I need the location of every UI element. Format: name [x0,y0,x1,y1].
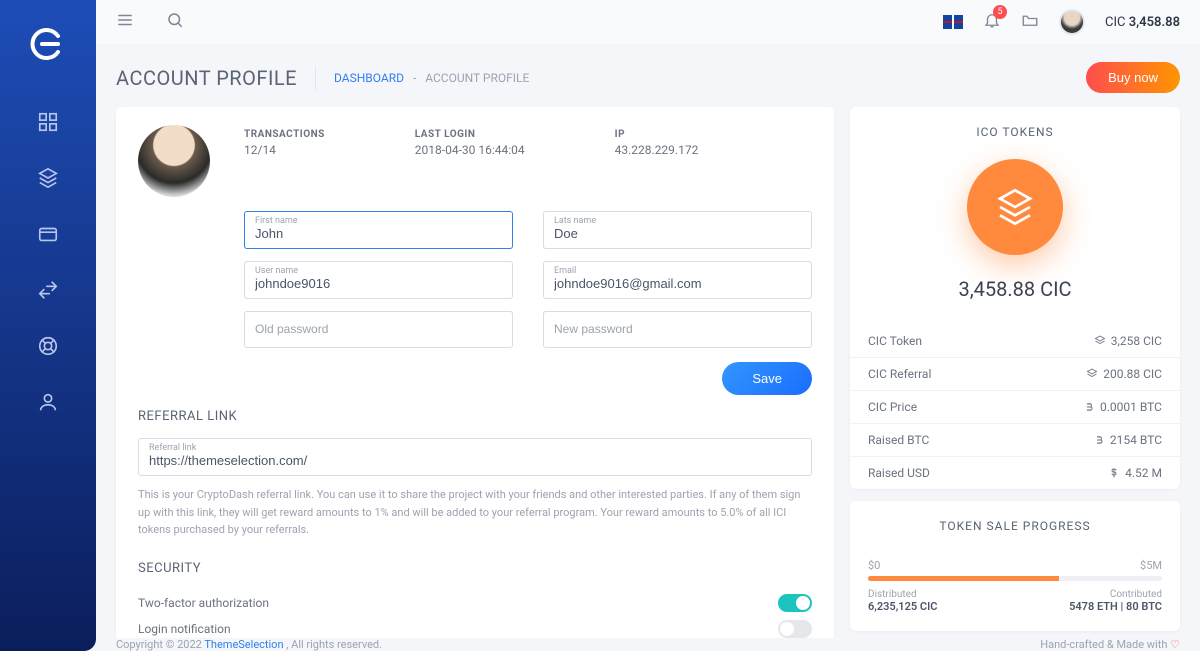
ico-row-label: CIC Price [868,400,917,414]
ico-row-label: CIC Token [868,334,922,348]
save-button[interactable]: Save [722,362,812,395]
progress-title: TOKEN SALE PROGRESS [868,519,1162,533]
two-factor-label: Two-factor authorization [138,596,269,610]
notifications-button[interactable]: 5 [983,11,1001,33]
notification-badge: 5 [993,5,1007,19]
contributed-label: Contributed [1069,589,1162,600]
ico-row: Raised USD 4.52 M [850,456,1180,489]
last-name-field[interactable]: Lats name [543,211,812,249]
footer: Copyright © 2022 ThemeSelection , All ri… [96,638,1200,651]
referral-link-input[interactable] [149,453,801,468]
ico-row-value: 200.88 CIC [1086,367,1162,381]
last-login-label: LAST LOGIN [415,129,525,140]
email-field[interactable]: Email [543,261,812,299]
sidebar-item-support[interactable] [24,322,72,370]
sidebar-item-profile[interactable] [24,378,72,426]
ico-row-value: 0.0001 BTC [1083,400,1162,414]
user-avatar[interactable] [1059,9,1085,35]
new-password-input[interactable] [554,322,801,336]
search-icon[interactable] [166,11,184,33]
email-input[interactable] [554,276,801,291]
sidebar-item-tokens[interactable] [24,154,72,202]
footer-brand-link[interactable]: ThemeSelection [204,638,283,651]
ico-row-value: 2154 BTC [1093,433,1162,447]
old-password-field[interactable] [244,311,513,348]
sidebar [0,0,96,651]
first-name-field[interactable]: First name [244,211,513,249]
page-title: ACCOUNT PROFILE [116,66,316,90]
ico-row: CIC Referral 200.88 CIC [850,357,1180,390]
referral-link-field[interactable]: Referral link [138,438,812,476]
profile-card: TRANSACTIONS 12/14 LAST LOGIN 2018-04-30… [116,107,834,651]
ico-row-label: Raised BTC [868,433,929,447]
two-factor-toggle[interactable] [778,594,812,612]
username-input[interactable] [255,276,502,291]
login-notif-label: Login notification [138,622,231,636]
ico-row: CIC Token 3,258 CIC [850,325,1180,357]
ico-row-label: CIC Referral [868,367,931,381]
topbar: 5 CIC 3,458.88 [96,0,1200,44]
folder-icon[interactable] [1021,11,1039,33]
security-title: SECURITY [138,561,812,576]
ico-tokens-card: ICO TOKENS 3,458.88 CIC CIC Token 3,258 … [850,107,1180,489]
progress-max: $5M [1140,559,1162,572]
menu-toggle-icon[interactable] [116,11,134,33]
ico-circle-icon [967,159,1063,255]
sidebar-item-wallet[interactable] [24,210,72,258]
ico-row-value: 4.52 M [1108,466,1162,480]
transactions-label: TRANSACTIONS [244,129,325,140]
language-flag-icon[interactable] [943,15,963,29]
profile-avatar [138,125,210,197]
first-name-input[interactable] [255,226,502,241]
distributed-value: 6,235,125 CIC [868,600,937,613]
ico-row-value: 3,258 CIC [1094,334,1162,348]
distributed-label: Distributed [868,589,937,600]
header-balance: CIC 3,458.88 [1105,15,1180,30]
ip-value: 43.228.229.172 [615,143,699,157]
login-notif-toggle[interactable] [778,620,812,638]
heart-icon: ♡ [1170,638,1180,651]
referral-helper: This is your CryptoDash referral link. Y… [138,486,812,539]
ico-row: CIC Price 0.0001 BTC [850,390,1180,423]
username-field[interactable]: User name [244,261,513,299]
breadcrumb: DASHBOARD - ACCOUNT PROFILE [334,71,529,85]
old-password-input[interactable] [255,322,502,336]
ip-label: IP [615,129,699,140]
last-name-input[interactable] [554,226,801,241]
ico-title: ICO TOKENS [868,125,1162,139]
last-login-value: 2018-04-30 16:44:04 [415,143,525,157]
sidebar-item-dashboard[interactable] [24,98,72,146]
transactions-value: 12/14 [244,143,325,157]
brand-logo [28,24,68,64]
new-password-field[interactable] [543,311,812,348]
breadcrumb-current: ACCOUNT PROFILE [425,71,529,85]
ico-row-label: Raised USD [868,466,930,480]
progress-card: TOKEN SALE PROGRESS $0 $5M Distributed 6… [850,501,1180,631]
breadcrumb-root[interactable]: DASHBOARD [334,71,404,85]
buy-now-button[interactable]: Buy now [1086,62,1180,93]
referral-title: REFERRAL LINK [138,409,812,424]
sidebar-item-exchange[interactable] [24,266,72,314]
contributed-value: 5478 ETH | 80 BTC [1069,600,1162,613]
ico-amount: 3,458.88 CIC [868,277,1162,301]
progress-bar [868,576,1162,581]
ico-row: Raised BTC 2154 BTC [850,423,1180,456]
progress-min: $0 [868,559,880,572]
